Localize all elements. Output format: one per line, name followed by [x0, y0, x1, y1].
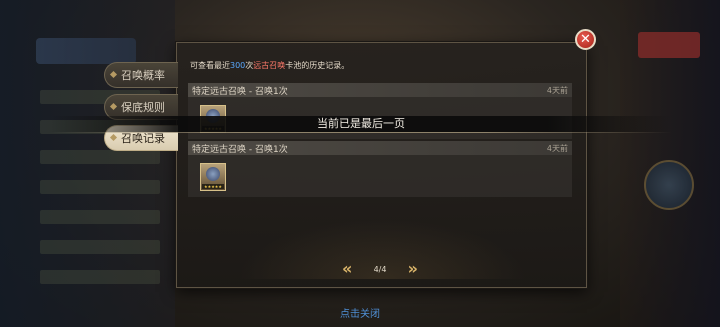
notice-count: 300 [230, 61, 246, 70]
record-body: ★★★★★ [188, 155, 572, 197]
last-page-toast: 当前已是最后一页 [50, 116, 672, 133]
notice-pool: 远古召唤 [253, 61, 286, 70]
notice-prefix: 可查看最近 [190, 61, 230, 70]
background-tab [36, 38, 136, 64]
tap-to-close-link[interactable]: 点击关闭 [0, 305, 720, 320]
background-avatar [644, 160, 694, 210]
hero-face [206, 167, 220, 181]
record-header: 特定远古召唤 - 召唤1次 4天前 [188, 141, 572, 155]
record-title: 特定远古召唤 - 召唤1次 [192, 144, 288, 155]
record-header: 特定远古召唤 - 召唤1次 4天前 [188, 83, 572, 97]
background-banner [638, 32, 700, 58]
record-title: 特定远古召唤 - 召唤1次 [192, 86, 288, 97]
close-button[interactable]: ✕ [575, 29, 596, 50]
next-page-button[interactable]: » [408, 260, 418, 278]
background-row [40, 150, 160, 164]
background-row [40, 240, 160, 254]
notice-suffix: 卡池的历史记录。 [285, 61, 350, 70]
tab-summon-probability[interactable]: 召唤概率 [104, 62, 178, 88]
history-notice: 可查看最近300次远古召唤卡池的历史记录。 [190, 60, 349, 71]
background-row [40, 210, 160, 224]
star-rating-icon: ★★★★★ [202, 184, 224, 189]
record-time: 4天前 [546, 85, 568, 95]
history-record: 特定远古召唤 - 召唤1次 4天前 ★★★★★ [188, 141, 572, 197]
hero-portrait-icon[interactable]: ★★★★★ [200, 163, 226, 191]
record-time: 4天前 [546, 143, 568, 153]
pagination: « 4/4 » [342, 260, 418, 278]
prev-page-button[interactable]: « [342, 260, 352, 278]
background-row [40, 180, 160, 194]
background-row [40, 270, 160, 284]
page-indicator: 4/4 [373, 264, 387, 274]
